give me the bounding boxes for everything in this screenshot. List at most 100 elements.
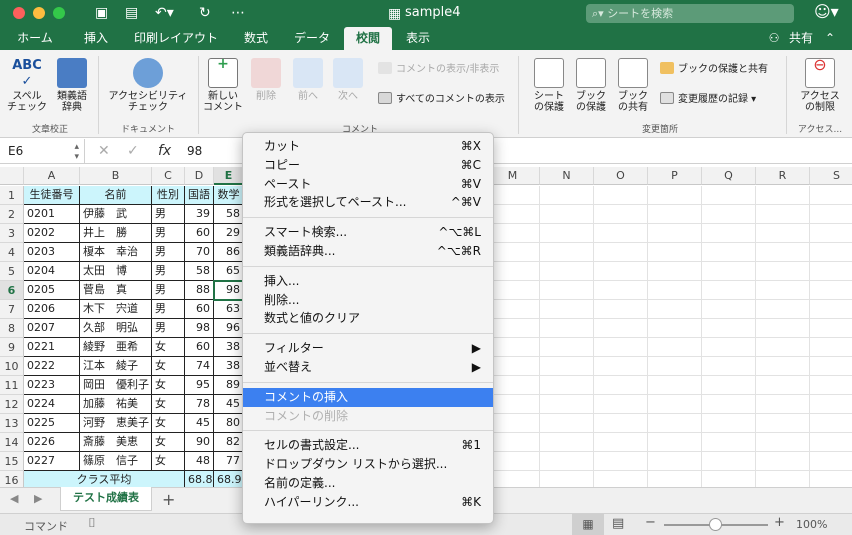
table-cell[interactable]: 男 [152,205,185,224]
menu-item[interactable]: カット ⌘X [243,137,493,156]
table-cell[interactable]: 男 [152,281,185,300]
table-cell[interactable]: 98 [185,319,214,338]
table-cell[interactable]: 女 [152,414,185,433]
name-box-stepper-icon[interactable]: ▴ ▾ [74,142,79,162]
table-cell[interactable]: 0207 [24,319,80,338]
column-header-R[interactable]: R [756,167,810,185]
row-header-11[interactable]: 11 [0,376,24,395]
menu-item[interactable]: ペースト ⌘V [243,175,493,194]
table-cell[interactable]: 58 [185,262,214,281]
column-header-N[interactable]: N [540,167,594,185]
table-cell[interactable]: 河野 恵美子 [80,414,152,433]
confirm-icon[interactable]: ✓ [127,143,139,159]
table-cell[interactable]: 88 [185,281,214,300]
table-cell[interactable]: 48 [185,452,214,471]
undo-icon[interactable]: ↶▾ [155,4,174,22]
table-cell[interactable]: 60 [185,224,214,243]
emoji-feedback-icon[interactable]: ☺▾ [814,3,839,21]
row-header-5[interactable]: 5 [0,262,24,281]
table-cell[interactable]: 38 [214,338,244,357]
accessibility-button[interactable]: アクセシビリティ チェック [104,58,192,113]
table-cell[interactable]: 篠原 信子 [80,452,152,471]
table-cell[interactable]: 60 [185,300,214,319]
protect-sheet-button[interactable]: シート の保護 [530,58,568,113]
table-cell[interactable]: 井上 勝 [80,224,152,243]
tab-review[interactable]: 校閲 [344,27,392,50]
protect-and-share-button[interactable]: ブックの保護と共有 [660,62,768,77]
column-header-B[interactable]: B [80,167,152,185]
redo-icon[interactable]: ↻ [199,4,211,22]
table-cell[interactable]: 女 [152,452,185,471]
table-cell[interactable]: 木下 宍道 [80,300,152,319]
column-header-O[interactable]: O [594,167,648,185]
select-all-corner[interactable] [0,167,24,185]
table-cell[interactable]: 68.8 [185,471,214,487]
table-cell[interactable]: 89 [214,376,244,395]
maximize-window-button[interactable] [53,7,65,19]
table-cell[interactable]: 0202 [24,224,80,243]
table-cell[interactable]: 女 [152,395,185,414]
table-cell[interactable]: 国語 [185,186,214,205]
table-cell[interactable]: 菅島 真 [80,281,152,300]
table-cell[interactable]: 斎藤 美恵 [80,433,152,452]
sidebar-toggle-icon[interactable]: ▣ [95,4,108,22]
tab-home[interactable]: ホーム [10,27,60,50]
table-cell[interactable]: 岡田 優利子 [80,376,152,395]
delete-comment-button[interactable]: 削除 [248,58,284,102]
table-cell[interactable]: 0203 [24,243,80,262]
table-cell[interactable]: 39 [185,205,214,224]
menu-item[interactable]: コメントの挿入 [243,387,493,407]
table-cell[interactable]: 80 [214,414,244,433]
row-header-16[interactable]: 16 [0,471,24,487]
table-cell[interactable]: 68.9 [214,471,244,487]
menu-item[interactable]: セルの書式設定... ⌘1 [243,436,493,455]
show-all-comments-button[interactable]: すべてのコメントの表示 [378,92,505,107]
previous-comment-button[interactable]: 前へ [290,58,326,102]
table-cell[interactable]: 男 [152,319,185,338]
row-header-10[interactable]: 10 [0,357,24,376]
menu-item[interactable]: 類義語辞典... ^⌥⌘R [243,242,493,261]
table-cell[interactable]: 78 [185,395,214,414]
more-icon[interactable]: ⋯ [231,4,245,22]
add-person-icon[interactable]: ⚇ [764,27,784,50]
table-cell[interactable]: 0226 [24,433,80,452]
table-cell[interactable]: 0222 [24,357,80,376]
table-cell[interactable]: 男 [152,300,185,319]
cancel-icon[interactable]: ✕ [98,143,110,159]
zoom-slider-thumb[interactable] [709,518,722,531]
show-hide-comment-button[interactable]: コメントの表示/非表示 [378,62,499,77]
row-header-4[interactable]: 4 [0,243,24,262]
tab-insert[interactable]: 挿入 [74,27,118,50]
column-header-E[interactable]: E [214,167,244,185]
minimize-window-button[interactable] [33,7,45,19]
tab-data[interactable]: データ [288,27,336,50]
table-cell[interactable]: 0204 [24,262,80,281]
table-cell[interactable]: 生徒番号 [24,186,80,205]
spelling-button[interactable]: ABC ✓ スペル チェック [6,58,48,113]
add-sheet-icon[interactable]: + [162,490,175,509]
table-cell[interactable]: 95 [185,376,214,395]
table-cell[interactable]: 0227 [24,452,80,471]
tab-view[interactable]: 表示 [398,27,438,50]
menu-item[interactable]: 形式を選択してペースト... ^⌘V [243,193,493,212]
table-cell[interactable]: 女 [152,433,185,452]
prev-sheet-icon[interactable]: ◀ [10,492,18,505]
column-header-C[interactable]: C [152,167,185,185]
table-cell[interactable]: 伊藤 武 [80,205,152,224]
table-cell[interactable]: 久部 明弘 [80,319,152,338]
menu-item[interactable]: ハイパーリンク... ⌘K [243,493,493,512]
collapse-ribbon-icon[interactable]: ⌃ [822,27,838,50]
table-cell[interactable]: 82 [214,433,244,452]
tab-formulas[interactable]: 数式 [236,27,276,50]
column-header-M[interactable]: M [486,167,540,185]
table-cell[interactable]: 65 [214,262,244,281]
column-header-D[interactable]: D [185,167,214,185]
row-header-12[interactable]: 12 [0,395,24,414]
table-cell[interactable]: 0223 [24,376,80,395]
row-header-14[interactable]: 14 [0,433,24,452]
column-header-P[interactable]: P [648,167,702,185]
row-header-6[interactable]: 6 [0,281,24,300]
page-layout-view-icon[interactable]: ▤ [612,516,624,531]
sheet-tab-test-results[interactable]: テスト成績表 [60,487,152,511]
row-header-15[interactable]: 15 [0,452,24,471]
